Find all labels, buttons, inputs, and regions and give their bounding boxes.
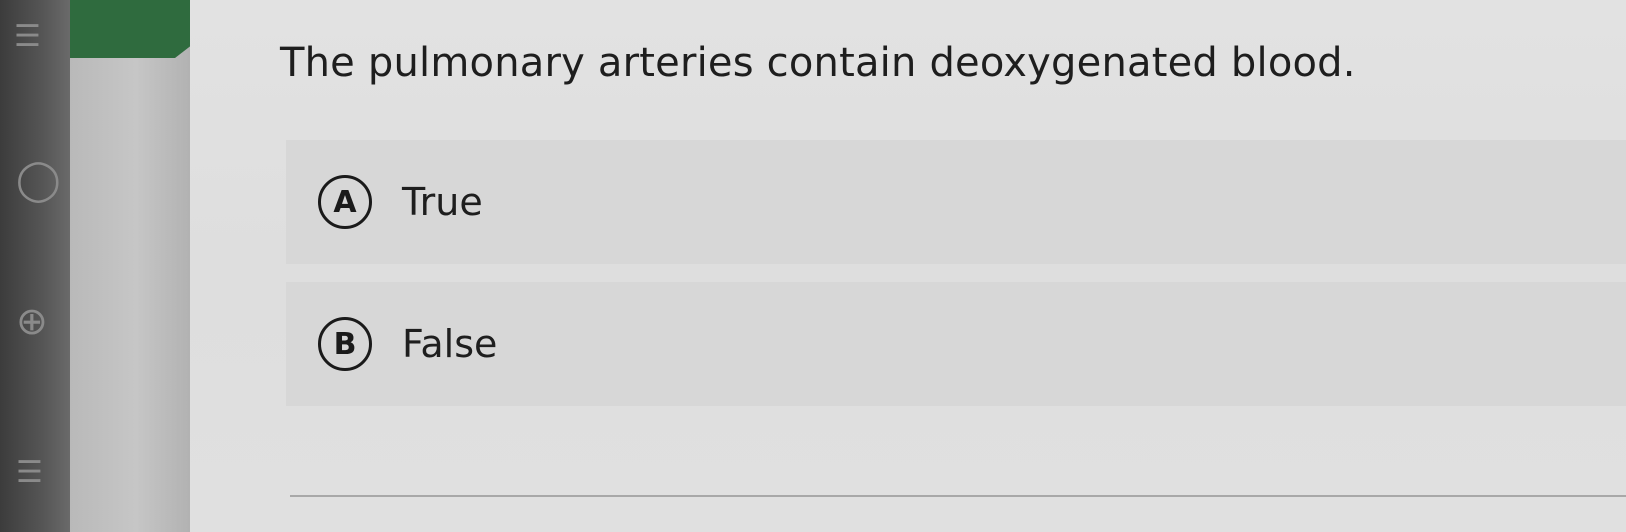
menu-icon[interactable]: ☰ — [14, 22, 41, 52]
option-a-letter: A — [318, 175, 372, 229]
user-icon[interactable]: ◯ — [16, 160, 61, 200]
list-icon[interactable]: ☰ — [16, 458, 43, 488]
option-b[interactable]: B False — [286, 282, 1626, 406]
secondary-sidebar — [70, 0, 190, 532]
left-sidebar: ☰ ◯ ⊕ ☰ — [0, 0, 70, 532]
divider — [290, 495, 1626, 497]
question-text: The pulmonary arteries contain deoxygena… — [280, 40, 1356, 86]
globe-icon[interactable]: ⊕ — [16, 302, 48, 340]
option-a-label: True — [402, 180, 483, 224]
question-panel: The pulmonary arteries contain deoxygena… — [190, 0, 1626, 532]
option-a[interactable]: A True — [286, 140, 1626, 264]
option-b-label: False — [402, 322, 498, 366]
option-b-letter: B — [318, 317, 372, 371]
